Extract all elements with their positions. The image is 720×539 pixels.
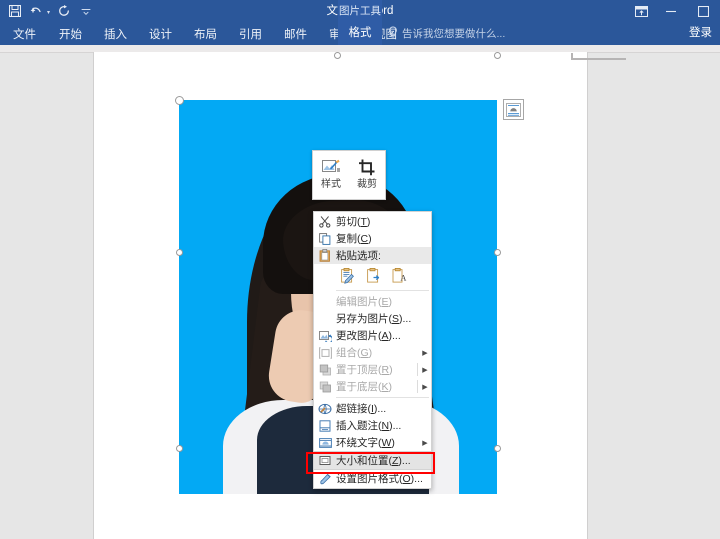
window-controls xyxy=(626,0,720,22)
menu-item-group-label: 组合(G) xyxy=(336,347,373,359)
tab-file-label: 文件 xyxy=(13,28,36,41)
tab-insert-label: 插入 xyxy=(104,28,127,41)
menu-item-cut-label: 剪切(T) xyxy=(336,216,371,228)
menu-item-edit-picture: 编辑图片(E) xyxy=(314,293,431,310)
word-application-window: ▾ 文档1 - Word xyxy=(0,0,720,539)
picture-tools-contextual-group: 图片工具 格式 xyxy=(338,0,382,45)
maximize-icon[interactable] xyxy=(686,0,720,22)
tab-design[interactable]: 设计 xyxy=(138,22,183,45)
submenu-arrow-icon: ▶ xyxy=(422,366,428,374)
submenu-arrow-icon: ▶ xyxy=(422,439,428,447)
size-position-icon xyxy=(314,452,336,469)
paste-icon xyxy=(314,247,336,264)
mini-toolbar-crop-label: 裁剪 xyxy=(357,179,377,190)
menu-item-hyperlink[interactable]: 超链接(I)... xyxy=(314,400,431,417)
ribbon-tab-bar: 文件 开始 插入 设计 布局 引用 邮件 审阅 视图 图片工具 格式 告诉我您想… xyxy=(0,0,720,45)
svg-text:A: A xyxy=(401,273,407,282)
wrap-text-icon xyxy=(314,434,336,451)
handle-bottom-right[interactable] xyxy=(494,445,501,452)
minimize-icon[interactable] xyxy=(656,0,686,22)
menu-item-wrap-text-label: 环绕文字(W) xyxy=(336,437,395,449)
handle-middle-right[interactable] xyxy=(494,249,501,256)
picture-style-icon xyxy=(321,156,341,178)
ribbon-display-icon[interactable] xyxy=(626,0,656,22)
send-back-icon xyxy=(314,378,336,395)
menu-item-edit-picture-label: 编辑图片(E) xyxy=(336,296,393,308)
tab-format[interactable]: 格式 xyxy=(349,22,372,45)
tab-mailings-label: 邮件 xyxy=(284,28,307,41)
mini-toolbar-crop-button[interactable]: 裁剪 xyxy=(349,151,385,199)
context-menu: 剪切(T) 复制(C) 粘贴选项: A 编辑图片(E) 另存为图片(S)... … xyxy=(313,211,432,489)
save-as-picture-icon xyxy=(314,310,336,327)
submenu-arrow-icon: ▶ xyxy=(422,349,428,357)
menu-item-paste-options-label: 粘贴选项: xyxy=(336,250,381,262)
edit-picture-icon xyxy=(314,293,336,310)
tell-me-search[interactable]: 告诉我您想要做什么... xyxy=(388,22,505,45)
format-picture-icon xyxy=(314,470,336,487)
menu-item-size-and-position[interactable]: 大小和位置(Z)... xyxy=(314,451,431,470)
lightbulb-icon xyxy=(388,26,398,41)
bring-front-icon xyxy=(314,361,336,378)
caption-icon xyxy=(314,417,336,434)
menu-item-format-picture[interactable]: 设置图片格式(O)... xyxy=(314,470,431,487)
tab-references-label: 引用 xyxy=(239,28,262,41)
menu-item-bring-to-front: 置于顶层(R) ▶ xyxy=(314,361,431,378)
menu-item-divider xyxy=(417,380,418,393)
menu-item-paste-options[interactable]: 粘贴选项: xyxy=(314,247,431,264)
crop-icon xyxy=(358,156,376,178)
menu-item-send-to-back-label: 置于底层(K) xyxy=(336,381,393,393)
hyperlink-icon xyxy=(314,400,336,417)
ruler-indent-marker xyxy=(571,53,626,60)
mini-toolbar-style-label: 样式 xyxy=(321,179,341,190)
menu-separator-1 xyxy=(336,290,429,291)
menu-item-send-to-back: 置于底层(K) ▶ xyxy=(314,378,431,395)
menu-item-insert-caption-label: 插入题注(N)... xyxy=(336,420,402,432)
menu-item-cut[interactable]: 剪切(T) xyxy=(314,213,431,230)
menu-item-copy-label: 复制(C) xyxy=(336,233,372,245)
menu-item-divider xyxy=(417,363,418,376)
tab-mailings[interactable]: 邮件 xyxy=(273,22,318,45)
handle-middle-left[interactable] xyxy=(176,249,183,256)
tab-home[interactable]: 开始 xyxy=(48,22,93,45)
menu-item-wrap-text[interactable]: 环绕文字(W) ▶ xyxy=(314,434,431,451)
picture-tools-title: 图片工具 xyxy=(339,5,381,17)
scissors-icon xyxy=(314,213,336,230)
tab-references[interactable]: 引用 xyxy=(228,22,273,45)
handle-bottom-left[interactable] xyxy=(176,445,183,452)
menu-item-size-and-position-label: 大小和位置(Z)... xyxy=(336,455,411,467)
tab-layout[interactable]: 布局 xyxy=(183,22,228,45)
paste-options-gallery: A xyxy=(314,264,431,288)
keep-text-only-icon[interactable]: A xyxy=(391,267,408,285)
group-icon xyxy=(314,344,336,361)
tab-layout-label: 布局 xyxy=(194,28,217,41)
tell-me-placeholder: 告诉我您想要做什么... xyxy=(402,28,506,40)
mini-toolbar: 样式 裁剪 xyxy=(312,150,386,200)
handle-top-center[interactable] xyxy=(334,52,341,59)
keep-source-formatting-icon[interactable] xyxy=(339,267,356,285)
tab-home-label: 开始 xyxy=(59,28,82,41)
menu-item-change-picture-label: 更改图片(A)... xyxy=(336,330,401,342)
tab-file[interactable]: 文件 xyxy=(0,22,48,45)
copy-icon xyxy=(314,230,336,247)
rotate-handle[interactable] xyxy=(175,96,184,105)
menu-item-hyperlink-label: 超链接(I)... xyxy=(336,403,387,415)
menu-item-save-as-picture-label: 另存为图片(S)... xyxy=(336,313,412,325)
picture-icon[interactable] xyxy=(365,267,382,285)
sign-in-link[interactable]: 登录 xyxy=(689,22,712,45)
menu-item-insert-caption[interactable]: 插入题注(N)... xyxy=(314,417,431,434)
tab-insert[interactable]: 插入 xyxy=(93,22,138,45)
layout-options-button[interactable] xyxy=(503,99,524,120)
handle-top-right[interactable] xyxy=(494,52,501,59)
menu-item-bring-to-front-label: 置于顶层(R) xyxy=(336,364,393,376)
menu-item-save-as-picture[interactable]: 另存为图片(S)... xyxy=(314,310,431,327)
menu-item-format-picture-label: 设置图片格式(O)... xyxy=(336,473,423,485)
tab-design-label: 设计 xyxy=(149,28,172,41)
menu-item-change-picture[interactable]: 更改图片(A)... xyxy=(314,327,431,344)
change-picture-icon xyxy=(314,327,336,344)
menu-item-group: 组合(G) ▶ xyxy=(314,344,431,361)
menu-item-copy[interactable]: 复制(C) xyxy=(314,230,431,247)
menu-separator-2 xyxy=(336,397,429,398)
mini-toolbar-style-button[interactable]: 样式 xyxy=(313,151,349,199)
submenu-arrow-icon: ▶ xyxy=(422,383,428,391)
